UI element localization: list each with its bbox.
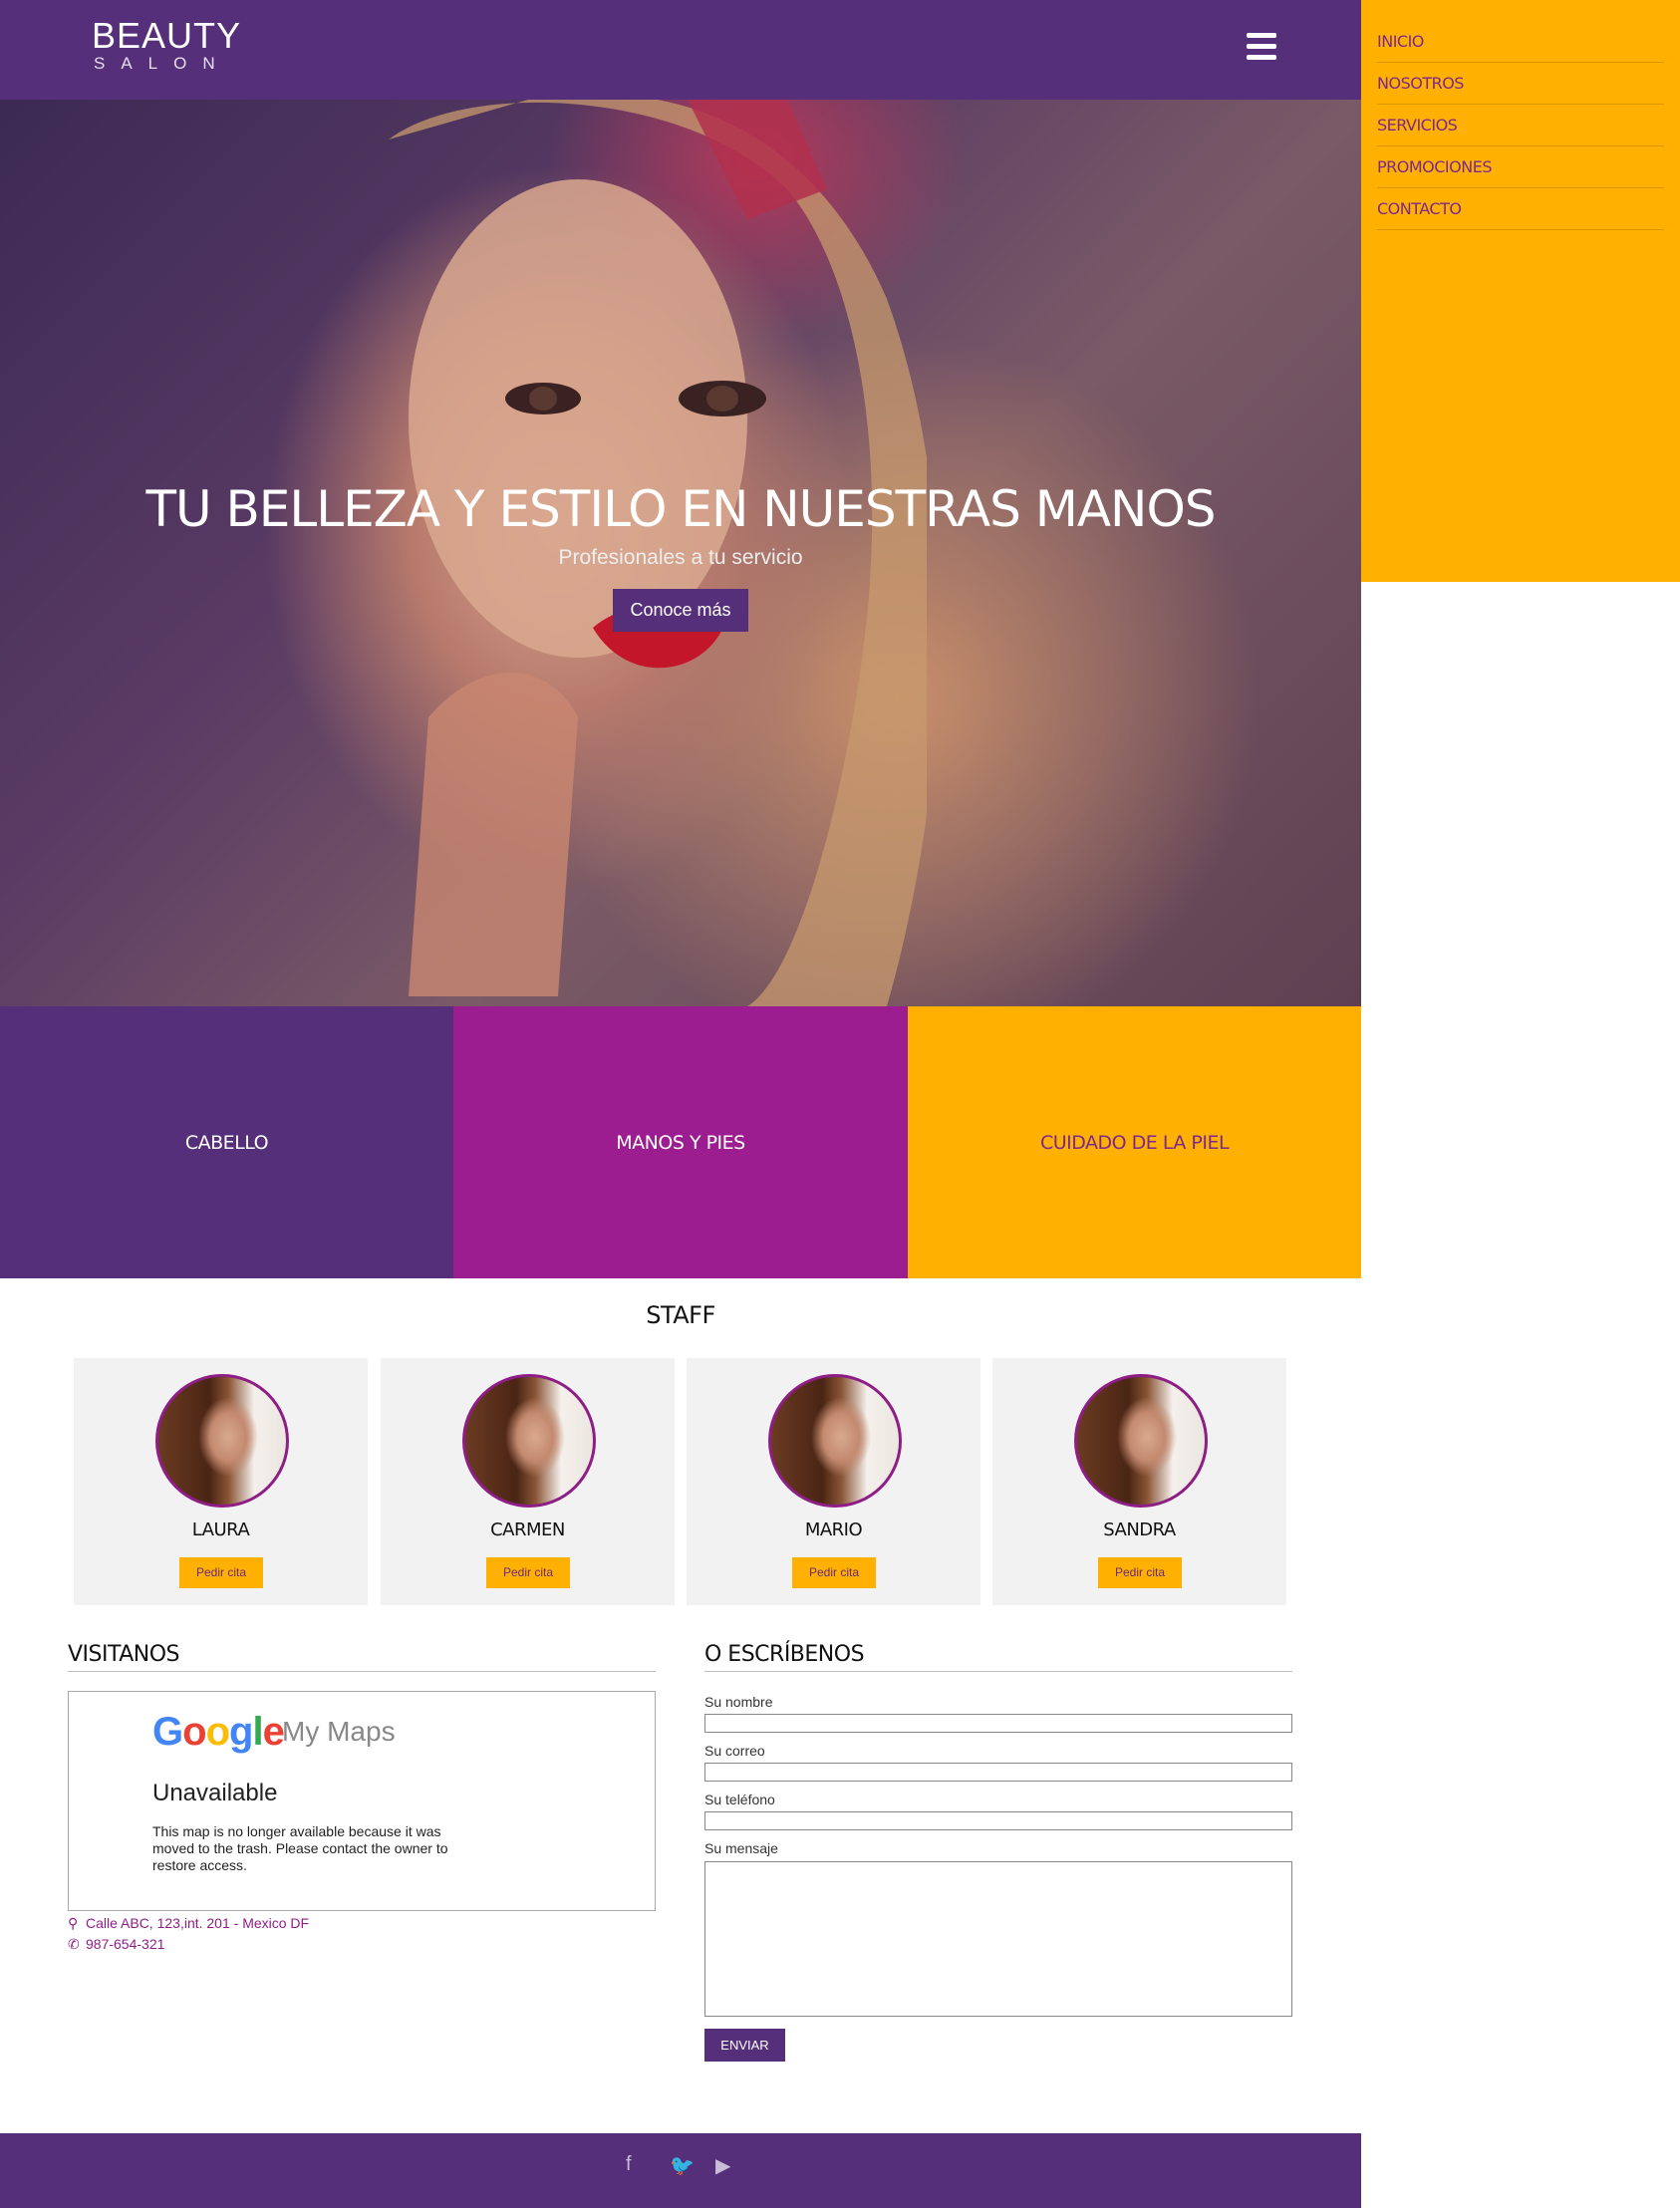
site-header: BEAUTY SALON (0, 0, 1361, 100)
hero-banner: TU BELLEZA Y ESTILO EN NUESTRAS MANOS Pr… (0, 100, 1361, 1006)
address-text: Calle ABC, 123,int. 201 - Mexico DF (86, 1915, 310, 1931)
menu-item-promociones[interactable]: PROMOCIONES (1377, 147, 1664, 188)
map-message: This map is no longer available because … (152, 1823, 448, 1873)
menu-item-nosotros[interactable]: NOSOTROS (1377, 64, 1664, 105)
facebook-icon[interactable]: f (626, 2153, 632, 2176)
menu-item-servicios[interactable]: SERVICIOS (1377, 106, 1664, 146)
service-label: MANOS Y PIES (616, 1131, 745, 1154)
message-textarea[interactable] (704, 1861, 1292, 2017)
map-embed[interactable]: Google My Maps Unavailable This map is n… (68, 1691, 656, 1911)
avatar (1074, 1374, 1208, 1508)
logo-text-salon: SALON (94, 54, 231, 73)
logo[interactable]: BEAUTY SALON (92, 16, 241, 74)
staff-card: CARMEN Pedir cita (381, 1358, 675, 1605)
phone-label: Su teléfono (704, 1792, 775, 1807)
menu-item-contacto[interactable]: CONTACTO (1377, 189, 1664, 230)
menu-link[interactable]: NOSOTROS (1377, 64, 1664, 104)
map-product: My Maps (282, 1716, 396, 1747)
menu-link[interactable]: INICIO (1377, 22, 1664, 62)
contact-title: O ESCRÍBENOS (704, 1642, 1292, 1672)
menu-link[interactable]: CONTACTO (1377, 189, 1664, 229)
message-label: Su mensaje (704, 1840, 778, 1856)
staff-card: LAURA Pedir cita (74, 1358, 368, 1605)
conoce-mas-button[interactable]: Conoce más (613, 589, 748, 632)
menu-link[interactable]: PROMOCIONES (1377, 147, 1664, 187)
name-label: Su nombre (704, 1694, 773, 1710)
map-pin-icon: ⚲ (68, 1915, 79, 1931)
phone-line: ✆ 987-654-321 (68, 1936, 164, 1953)
youtube-icon[interactable]: ▶ (715, 2153, 730, 2178)
visit-title: VISITANOS (68, 1642, 656, 1672)
twitter-icon[interactable]: 🐦 (670, 2153, 695, 2178)
side-menu: INICIO NOSOTROS SERVICIOS PROMOCIONES CO… (1361, 0, 1680, 582)
enviar-button[interactable]: ENVIAR (704, 2029, 785, 2062)
service-label: CABELLO (184, 1131, 269, 1154)
pedir-cita-button[interactable]: Pedir cita (179, 1557, 263, 1588)
hero-subtitle: Profesionales a tu servicio (558, 546, 803, 569)
hero-title: TU BELLEZA Y ESTILO EN NUESTRAS MANOS (145, 480, 1216, 538)
staff-name: MARIO (804, 1519, 863, 1540)
service-tile-cuidado-piel[interactable]: CUIDADO DE LA PIEL (908, 1006, 1361, 1278)
email-field[interactable] (704, 1763, 1292, 1782)
menu-item-inicio[interactable]: INICIO (1377, 22, 1664, 63)
staff-title: STAFF (646, 1301, 715, 1329)
avatar (462, 1374, 596, 1508)
staff-name: LAURA (191, 1519, 250, 1540)
staff-name: SANDRA (1103, 1519, 1176, 1540)
email-label: Su correo (704, 1743, 765, 1759)
service-tile-manos-y-pies[interactable]: MANOS Y PIES (453, 1006, 908, 1278)
site-footer: f 🐦 ▶ (0, 2133, 1361, 2208)
hamburger-icon[interactable] (1247, 33, 1276, 61)
pedir-cita-button[interactable]: Pedir cita (792, 1557, 876, 1588)
avatar (768, 1374, 902, 1508)
service-label: CUIDADO DE LA PIEL (1039, 1131, 1230, 1154)
phone-text: 987-654-321 (86, 1936, 165, 1952)
name-field[interactable] (704, 1714, 1292, 1733)
menu-link[interactable]: SERVICIOS (1377, 106, 1664, 145)
staff-name: CARMEN (490, 1519, 565, 1540)
avatar (155, 1374, 289, 1508)
pedir-cita-button[interactable]: Pedir cita (1098, 1557, 1182, 1588)
service-tile-cabello[interactable]: CABELLO (0, 1006, 453, 1278)
map-status: Unavailable (152, 1780, 278, 1806)
logo-text-beauty: BEAUTY (92, 15, 242, 56)
staff-card: SANDRA Pedir cita (992, 1358, 1286, 1605)
phone-field[interactable] (704, 1811, 1292, 1830)
staff-card: MARIO Pedir cita (687, 1358, 980, 1605)
address-line: ⚲ Calle ABC, 123,int. 201 - Mexico DF (68, 1915, 309, 1932)
phone-icon: ✆ (68, 1936, 80, 1952)
pedir-cita-button[interactable]: Pedir cita (486, 1557, 570, 1588)
google-logo: Google (152, 1710, 285, 1754)
